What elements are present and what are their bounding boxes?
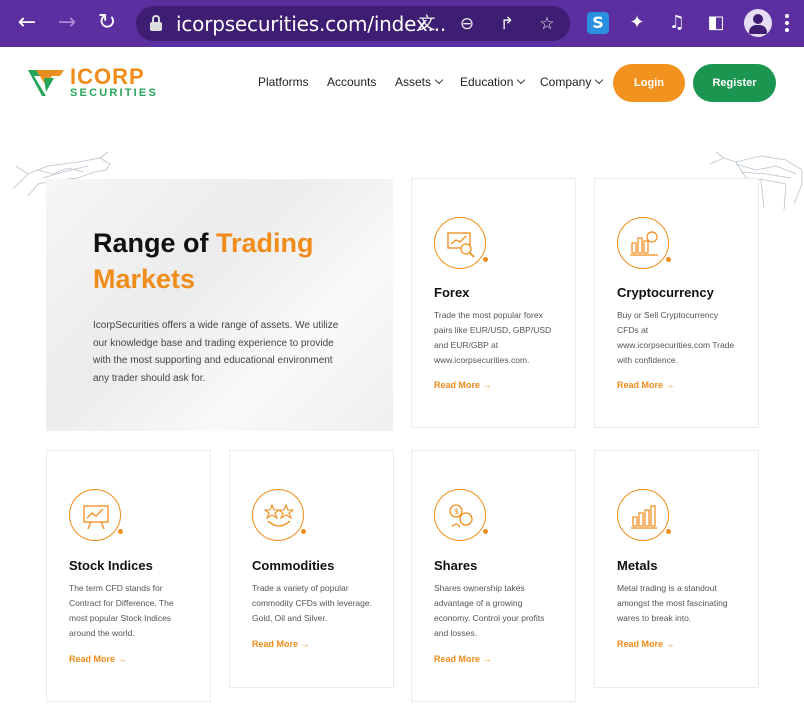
card-metals: Metals Metal trading is a standout among… — [594, 450, 759, 688]
card-commodities: Commodities Trade a variety of popular c… — [229, 450, 394, 688]
card-text: The term CFD stands for Contract for Dif… — [69, 583, 174, 638]
card-forex: Forex Trade the most popular forex pairs… — [411, 178, 576, 428]
crypto-icon — [617, 217, 671, 269]
browser-toolbar: ← → ↻ icorpsecurities.com/index... 文 ⊖ ↱… — [0, 0, 804, 47]
card-text: Buy or Sell Cryptocurrency CFDs at www.i… — [617, 310, 735, 365]
read-more-link[interactable]: Read More → — [617, 380, 675, 390]
register-button[interactable]: Register — [693, 64, 776, 102]
forward-arrow-icon[interactable]: → — [54, 10, 80, 36]
nav-education[interactable]: Education — [460, 75, 526, 89]
extension-s-icon[interactable]: S — [587, 12, 609, 34]
read-more-link[interactable]: Read More → — [69, 654, 127, 664]
login-button[interactable]: Login — [613, 64, 685, 102]
card-text: Metal trading is a standout amongst the … — [617, 583, 728, 623]
card-title: Shares — [434, 558, 478, 573]
share-icon[interactable]: ↱ — [496, 13, 518, 35]
card-title: Cryptocurrency — [617, 285, 714, 300]
card-title: Stock Indices — [69, 558, 153, 573]
logo-text-securities: SECURITIES — [70, 87, 159, 99]
commodities-icon — [252, 489, 306, 541]
markets-section: Range of Trading Markets IcorpSecurities… — [0, 119, 804, 711]
browser-menu-icon[interactable] — [784, 12, 790, 34]
shares-icon: $ — [434, 489, 488, 541]
nav-company[interactable]: Company — [540, 75, 604, 89]
zoom-icon[interactable]: ⊖ — [456, 13, 478, 35]
nav-accounts[interactable]: Accounts — [327, 75, 376, 89]
icorp-logo[interactable]: ICORP SECURITIES — [28, 64, 156, 100]
card-text: Trade the most popular forex pairs like … — [434, 310, 552, 365]
read-more-link[interactable]: Read More → — [252, 639, 310, 649]
read-more-link[interactable]: Read More → — [617, 639, 675, 649]
address-url[interactable]: icorpsecurities.com/index... — [176, 12, 446, 36]
card-title: Commodities — [252, 558, 335, 573]
extensions-puzzle-icon[interactable]: ✦ — [624, 10, 650, 36]
chevron-down-icon — [595, 75, 604, 85]
card-cryptocurrency: Cryptocurrency Buy or Sell Cryptocurrenc… — [594, 178, 759, 428]
profile-avatar-icon[interactable] — [744, 9, 772, 37]
nav-platforms[interactable]: Platforms — [258, 75, 309, 89]
bookmark-star-icon[interactable]: ☆ — [536, 13, 558, 35]
back-arrow-icon[interactable]: ← — [14, 10, 40, 36]
card-shares: $ Shares Shares ownership takes advantag… — [411, 450, 576, 702]
side-panel-icon[interactable]: ◧ — [703, 10, 729, 36]
media-queue-icon[interactable]: ♫ — [664, 10, 690, 36]
site-header: ICORP SECURITIES Platforms Accounts Asse… — [0, 47, 804, 119]
card-text: Trade a variety of popular commodity CFD… — [252, 583, 372, 623]
hero-panel: Range of Trading Markets IcorpSecurities… — [46, 179, 393, 431]
read-more-link[interactable]: Read More → — [434, 380, 492, 390]
hero-title: Range of Trading Markets — [93, 228, 314, 294]
logo-mark-icon — [28, 70, 64, 96]
card-stock-indices: Stock Indices The term CFD stands for Co… — [46, 450, 211, 702]
lock-icon[interactable] — [150, 15, 162, 31]
forex-chart-icon — [434, 217, 488, 269]
card-title: Forex — [434, 285, 470, 300]
card-text: Shares ownership takes advantage of a gr… — [434, 583, 545, 638]
chevron-down-icon — [517, 75, 526, 85]
nav-assets[interactable]: Assets — [395, 75, 444, 89]
svg-text:$: $ — [454, 507, 459, 516]
stock-board-icon — [69, 489, 123, 541]
card-title: Metals — [617, 558, 658, 573]
reload-icon[interactable]: ↻ — [94, 10, 120, 36]
read-more-link[interactable]: Read More → — [434, 654, 492, 664]
chevron-down-icon — [434, 75, 444, 85]
address-bar[interactable]: icorpsecurities.com/index... 文 ⊖ ↱ ☆ — [136, 6, 570, 41]
translate-icon[interactable]: 文 — [416, 13, 438, 35]
hero-description: IcorpSecurities offers a wide range of a… — [93, 320, 339, 384]
metals-bars-icon — [617, 489, 671, 541]
